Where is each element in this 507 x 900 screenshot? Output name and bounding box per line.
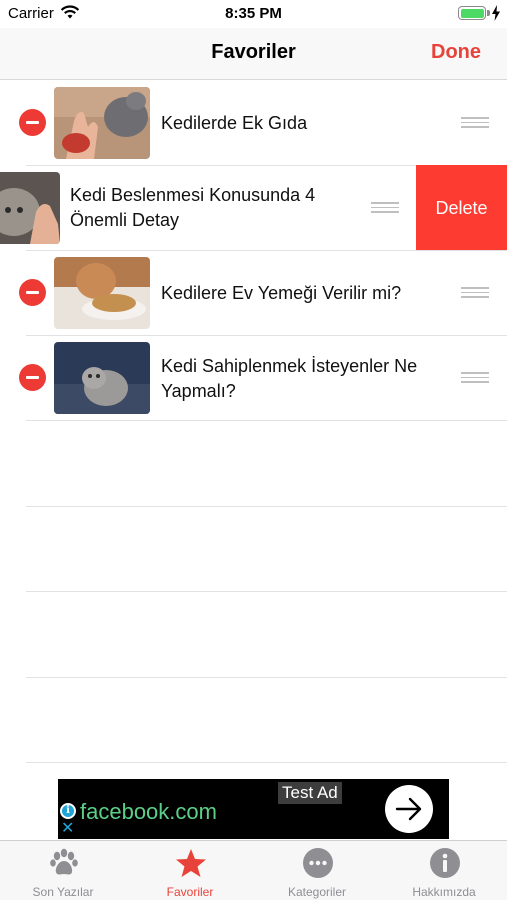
tab-label: Hakkımızda (412, 885, 476, 899)
article-title: Kedilerde Ek Gıda (161, 113, 308, 133)
status-bar: Carrier 8:35 PM (0, 0, 507, 28)
battery-icon (458, 6, 490, 20)
delete-button[interactable]: Delete (416, 165, 507, 251)
list-item[interactable]: Kedilere Ev Yemeği Verilir mi? (0, 250, 507, 336)
close-icon[interactable]: ✕ (61, 821, 75, 837)
paw-icon (50, 848, 78, 875)
reorder-handle-icon[interactable] (461, 372, 489, 383)
reorder-handle-icon[interactable] (461, 117, 489, 128)
tab-label: Son Yazılar (32, 885, 94, 899)
info-icon (430, 848, 460, 878)
tab-hakkimizda[interactable]: Hakkımızda (381, 841, 507, 900)
delete-minus-icon[interactable] (19, 279, 46, 306)
star-icon (176, 849, 206, 877)
arrow-right-icon (395, 797, 422, 821)
list-item[interactable]: Kedi Beslenmesi Konusunda 4 Önemli Detay… (0, 165, 507, 251)
empty-row-separator (26, 677, 507, 678)
tab-label: Kategoriler (287, 885, 347, 899)
article-title: Kedi Sahiplenmek İsteyenler Ne Yapmalı? (161, 356, 418, 401)
tab-kategoriler[interactable]: Kategoriler (254, 841, 380, 900)
empty-row-separator (26, 591, 507, 592)
empty-row-separator (26, 506, 507, 507)
tab-bar: Son Yazılar Favoriler Kategoriler Hakkım… (0, 840, 507, 900)
list-item[interactable]: Kedi Sahiplenmek İsteyenler Ne Yapmalı? (0, 335, 507, 421)
tab-label: Favoriler (166, 885, 214, 899)
navigation-bar: Favoriler Done (0, 28, 507, 80)
ad-arrow-button[interactable] (385, 785, 433, 833)
ad-text: facebook.com (80, 799, 217, 824)
article-thumbnail (0, 172, 60, 244)
tab-favoriler[interactable]: Favoriler (127, 841, 253, 900)
article-thumbnail (54, 257, 150, 329)
info-icon[interactable]: i (60, 803, 76, 819)
status-time: 8:35 PM (225, 5, 282, 22)
charging-bolt-icon (492, 5, 500, 21)
article-thumbnail (54, 87, 150, 159)
reorder-handle-icon[interactable] (461, 287, 489, 298)
done-button[interactable]: Done (431, 41, 481, 64)
article-title: Kedi Beslenmesi Konusunda 4 Önemli Detay (70, 185, 316, 230)
test-ad-label: Test Ad (278, 782, 342, 804)
article-thumbnail (54, 342, 150, 414)
reorder-handle-icon[interactable] (371, 202, 399, 213)
list-item[interactable]: Kedilerde Ek Gıda (0, 80, 507, 166)
article-title: Kedilere Ev Yemeği Verilir mi? (161, 283, 402, 303)
delete-minus-icon[interactable] (19, 364, 46, 391)
more-icon (303, 848, 333, 878)
tab-son-yazilar[interactable]: Son Yazılar (0, 841, 126, 900)
empty-row-separator (26, 762, 507, 763)
ad-banner[interactable]: i ✕ facebook.com Test Ad (58, 779, 449, 839)
delete-minus-icon[interactable] (19, 109, 46, 136)
